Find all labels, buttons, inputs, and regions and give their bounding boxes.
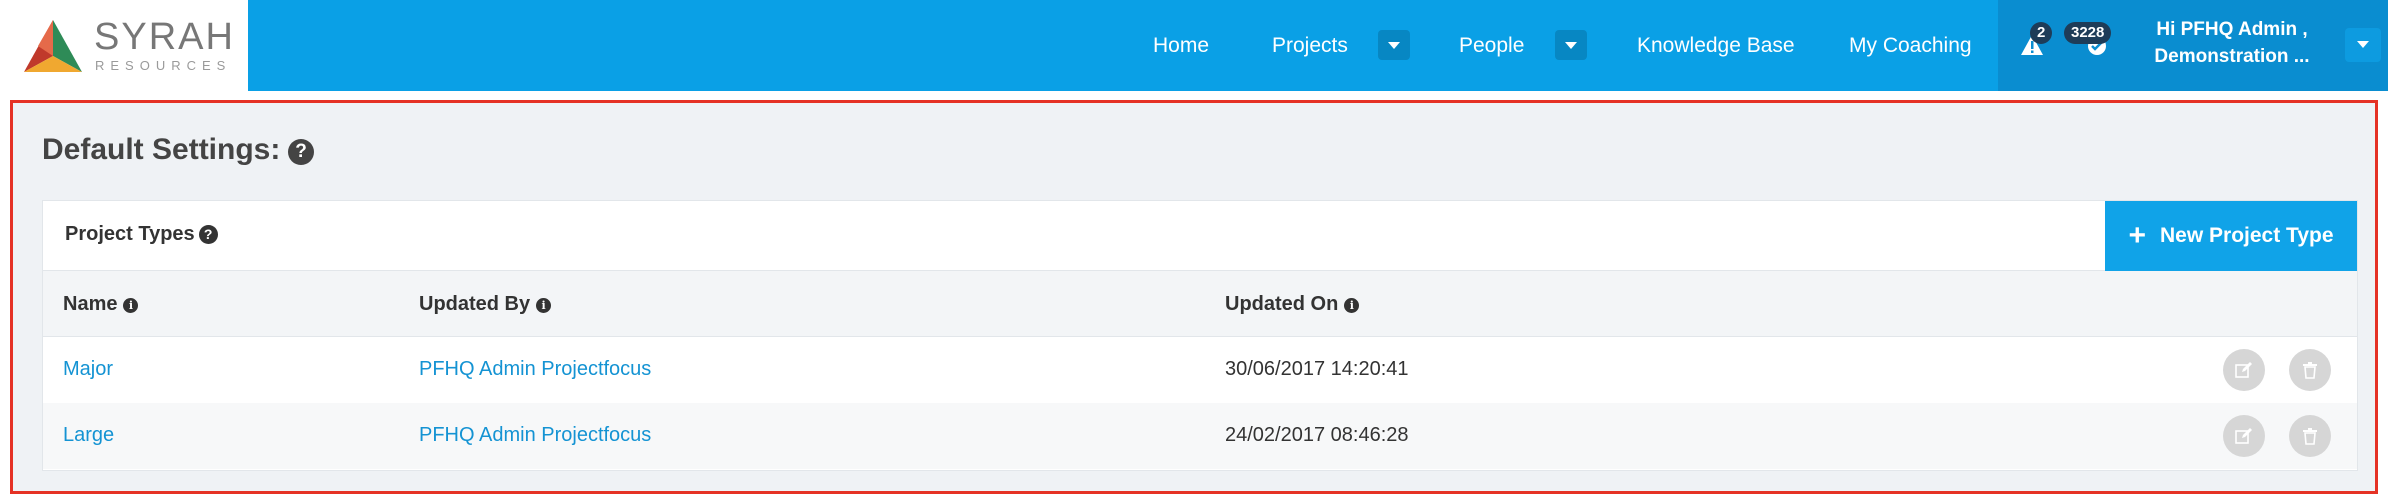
user-menu-toggle[interactable] bbox=[2345, 28, 2381, 62]
table-header: Name i Updated By i Updated On i bbox=[43, 271, 2357, 337]
table-row: Major PFHQ Admin Projectfocus 30/06/2017… bbox=[43, 337, 2357, 403]
column-header-label: Updated On bbox=[1225, 293, 1339, 315]
project-type-name-link[interactable]: Large bbox=[63, 424, 114, 447]
nav-projects[interactable]: Projects bbox=[1272, 0, 1348, 91]
brand-name: SYRAH bbox=[94, 16, 235, 58]
panel-title: Project Types? bbox=[65, 223, 218, 246]
column-header-updated-by[interactable]: Updated By i bbox=[419, 293, 552, 316]
nav-home[interactable]: Home bbox=[1153, 0, 1209, 91]
info-icon[interactable]: i bbox=[1344, 298, 1360, 313]
project-type-name-link[interactable]: Major bbox=[63, 358, 113, 381]
updated-on-value: 24/02/2017 08:46:28 bbox=[1225, 424, 1409, 446]
logo-triangle-icon bbox=[24, 20, 82, 72]
trash-icon bbox=[2303, 362, 2317, 379]
main-content: Default Settings: ? Project Types? + New … bbox=[10, 100, 2378, 494]
nav-knowledge-base[interactable]: Knowledge Base bbox=[1637, 0, 1795, 91]
projects-dropdown-toggle[interactable] bbox=[1378, 30, 1410, 60]
user-greeting-line2: Demonstration ... bbox=[2154, 46, 2310, 67]
new-project-type-button[interactable]: + New Project Type bbox=[2105, 201, 2357, 271]
delete-button[interactable] bbox=[2289, 349, 2331, 391]
user-greeting[interactable]: Hi PFHQ Admin , Demonstration ... bbox=[2132, 16, 2332, 70]
info-icon[interactable]: i bbox=[536, 298, 552, 313]
trash-icon bbox=[2303, 428, 2317, 445]
panel-title-text: Project Types bbox=[65, 223, 195, 245]
nav-my-coaching[interactable]: My Coaching bbox=[1849, 0, 1972, 91]
column-header-updated-on[interactable]: Updated On i bbox=[1225, 293, 1360, 316]
table-row: Large PFHQ Admin Projectfocus 24/02/2017… bbox=[43, 403, 2357, 469]
messages-badge[interactable]: 3228 bbox=[2064, 22, 2112, 44]
user-greeting-line1: Hi PFHQ Admin , bbox=[2156, 19, 2308, 40]
edit-icon bbox=[2235, 362, 2252, 378]
panel-header: Project Types? + New Project Type bbox=[43, 201, 2357, 271]
new-project-type-label: New Project Type bbox=[2160, 224, 2334, 247]
top-navbar: SYRAH RESOURCES Home Projects People Kno… bbox=[0, 0, 2388, 91]
column-header-name[interactable]: Name i bbox=[63, 293, 139, 316]
nav-people[interactable]: People bbox=[1459, 0, 1524, 91]
delete-button[interactable] bbox=[2289, 415, 2331, 457]
page-title: Default Settings: bbox=[42, 133, 281, 166]
project-types-panel: Project Types? + New Project Type Name i U… bbox=[42, 200, 2358, 471]
updated-on-value: 30/06/2017 14:20:41 bbox=[1225, 358, 1409, 380]
info-icon[interactable]: i bbox=[123, 298, 139, 313]
edit-button[interactable] bbox=[2223, 349, 2265, 391]
column-header-label: Updated By bbox=[419, 293, 531, 315]
brand-logo[interactable]: SYRAH RESOURCES bbox=[0, 0, 248, 91]
brand-subtitle: RESOURCES bbox=[95, 58, 232, 73]
help-icon[interactable]: ? bbox=[288, 139, 314, 165]
column-header-label: Name bbox=[63, 293, 118, 315]
people-dropdown-toggle[interactable] bbox=[1555, 30, 1587, 60]
plus-icon: + bbox=[2128, 219, 2147, 252]
updated-by-link[interactable]: PFHQ Admin Projectfocus bbox=[419, 358, 651, 381]
edit-icon bbox=[2235, 428, 2252, 444]
help-icon[interactable]: ? bbox=[198, 225, 218, 244]
edit-button[interactable] bbox=[2223, 415, 2265, 457]
updated-by-link[interactable]: PFHQ Admin Projectfocus bbox=[419, 424, 651, 447]
